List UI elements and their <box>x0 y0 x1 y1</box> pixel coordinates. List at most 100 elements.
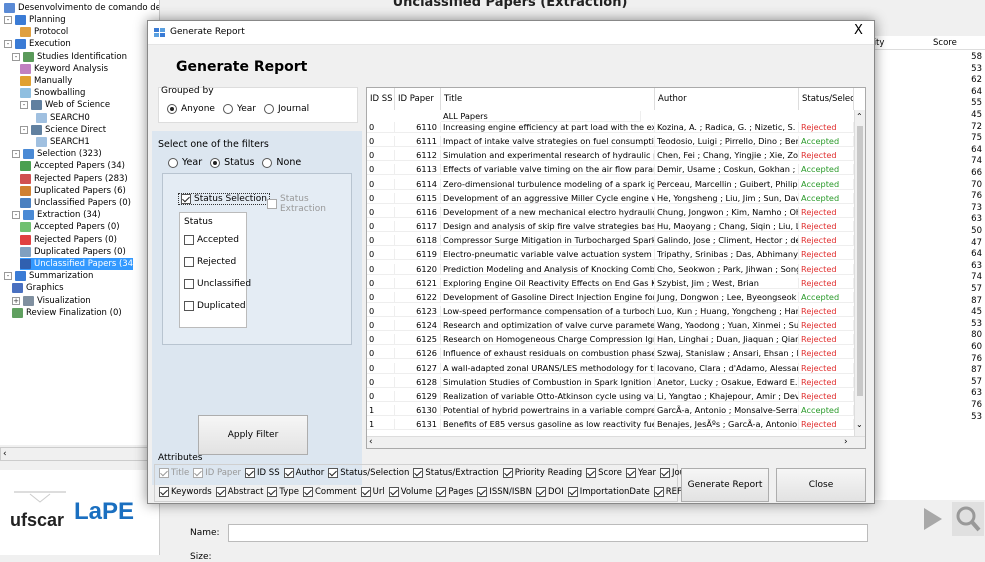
attribute-checkbox[interactable] <box>653 487 664 497</box>
collapse-icon[interactable]: - <box>12 52 20 61</box>
scroll-left-icon[interactable]: ‹ <box>369 437 373 447</box>
tree-root[interactable]: Desenvolvimento de comando de valvu <box>4 2 159 14</box>
attribute-checkbox[interactable] <box>625 468 636 478</box>
status-option-checkbox[interactable]: Rejected <box>184 257 236 267</box>
attribute-checkbox[interactable] <box>245 468 256 478</box>
collapse-icon[interactable]: - <box>20 125 28 134</box>
tree-item[interactable]: Review Finalization (0) <box>12 307 122 319</box>
scroll-down-icon[interactable]: ⌄ <box>856 420 863 429</box>
tree-item[interactable]: - Execution <box>4 38 71 50</box>
grouped-by-radio[interactable] <box>264 104 274 114</box>
grouped-by-radio[interactable] <box>222 104 233 114</box>
attribute-checkbox[interactable] <box>193 468 204 478</box>
attribute-checkbox[interactable] <box>159 487 169 497</box>
tree-item[interactable]: Manually <box>20 75 72 87</box>
attribute-checkbox[interactable] <box>328 468 339 478</box>
tree-item[interactable]: Unclassified Papers (34 <box>20 258 134 270</box>
attribute-checkbox[interactable] <box>159 468 169 478</box>
table-row[interactable]: 0 6124 Research and optimization of valve … <box>367 320 854 332</box>
status-extraction-checkbox[interactable]: Status Extraction <box>267 194 351 214</box>
table-row[interactable]: 0 6121 Exploring Engine Oil Reactivity Eff… <box>367 277 854 289</box>
tree-item[interactable]: Keyword Analysis <box>20 63 108 75</box>
tree-item[interactable]: - Selection (323) <box>12 148 102 160</box>
table-row[interactable]: 0 6129 Realization of variable Otto-Atkins… <box>367 390 854 402</box>
attribute-checkbox[interactable] <box>477 487 488 497</box>
column-header[interactable]: Status/Selec <box>799 88 854 110</box>
tree-item[interactable]: SEARCH0 <box>36 112 90 124</box>
expand-icon[interactable]: + <box>12 296 20 305</box>
table-row[interactable]: 0 6116 Development of a new mechanical ele… <box>367 206 854 218</box>
attribute-checkbox[interactable] <box>567 487 578 497</box>
checkbox[interactable] <box>184 279 194 289</box>
column-header[interactable]: ID Paper <box>395 88 441 110</box>
status-option-checkbox[interactable]: Accepted <box>184 235 239 245</box>
filter-radio[interactable] <box>262 157 273 168</box>
table-row[interactable]: 0 6114 Zero-dimensional turbulence modelin… <box>367 178 854 190</box>
apply-filter-button[interactable]: Apply Filter <box>198 415 308 455</box>
attribute-checkbox[interactable] <box>413 468 424 478</box>
table-row[interactable]: 0 6111 Impact of intake valve strategies o… <box>367 136 854 148</box>
table-horizontal-scrollbar[interactable]: ‹ › <box>367 436 865 448</box>
attribute-checkbox[interactable] <box>535 487 546 497</box>
table-row[interactable]: 0 6122 Development of Gasoline Direct Inje… <box>367 291 854 303</box>
checkbox[interactable] <box>184 301 194 311</box>
filter-radio[interactable] <box>210 157 221 168</box>
tree-item[interactable]: - Web of Science <box>20 99 110 111</box>
attribute-checkbox[interactable] <box>360 487 371 497</box>
status-option-checkbox[interactable]: Duplicated <box>184 301 246 311</box>
tree-item[interactable]: - Summarization <box>4 270 93 282</box>
scroll-thumb[interactable] <box>857 126 863 396</box>
background-papers-table[interactable]: ority Score 5853626455457275647466707673… <box>862 36 985 501</box>
collapse-icon[interactable]: - <box>20 101 28 110</box>
table-row[interactable]: 0 6110 Increasing engine efficiency at par… <box>367 122 854 133</box>
tree-item[interactable]: - Extraction (34) <box>12 209 101 221</box>
tree-item[interactable]: Duplicated Papers (0) <box>20 246 126 258</box>
tree-item[interactable]: SEARCH1 <box>36 136 90 148</box>
collapse-icon[interactable]: - <box>4 272 12 281</box>
column-header[interactable]: Author <box>655 88 799 110</box>
name-field[interactable] <box>228 524 868 542</box>
table-vertical-scrollbar[interactable]: ⌃ ⌄ <box>854 110 865 436</box>
status-selection-check[interactable] <box>181 194 191 204</box>
collapse-icon[interactable]: - <box>4 40 12 49</box>
table-row[interactable]: 0 6128 Simulation Studies of Combustion in… <box>367 376 854 388</box>
table-row[interactable]: 0 6127 A wall-adapted zonal URANS/LES meth… <box>367 362 854 374</box>
status-selection-checkbox[interactable]: Status Selection <box>178 193 271 205</box>
table-row[interactable]: 0 6117 Design and analysis of skip fire va… <box>367 221 854 233</box>
generate-report-button[interactable]: Generate Report <box>681 468 769 502</box>
tree-item[interactable]: Accepted Papers (34) <box>20 160 125 172</box>
tree-item[interactable]: Rejected Papers (283) <box>20 173 128 185</box>
table-row[interactable]: 1 6131 Benefits of E85 versus gasoline as … <box>367 419 854 431</box>
tree-item[interactable]: Snowballing <box>20 87 85 99</box>
scroll-right-icon[interactable]: › <box>844 437 848 447</box>
tree-item[interactable]: - Science Direct <box>20 124 106 136</box>
close-icon[interactable]: X <box>854 23 863 38</box>
table-row[interactable]: 0 6120 Prediction Modeling and Analysis of… <box>367 263 854 275</box>
table-row[interactable]: 0 6115 Development of an aggressive Miller… <box>367 192 854 204</box>
papers-table[interactable]: ID SS ID Paper Title Author Status/Selec ALL… <box>366 87 866 449</box>
table-row[interactable]: 0 6112 Simulation and experimental researc… <box>367 150 854 162</box>
close-button[interactable]: Close <box>776 468 866 502</box>
filter-radio[interactable] <box>168 157 178 168</box>
attribute-checkbox[interactable] <box>502 468 513 478</box>
table-row[interactable]: 1 6130 Potential of hybrid powertrains in … <box>367 405 854 416</box>
status-option-checkbox[interactable]: Unclassified <box>184 279 251 289</box>
tree-horizontal-scrollbar[interactable]: ‹ <box>0 447 160 461</box>
attribute-checkbox[interactable] <box>215 487 226 497</box>
tree-item[interactable]: Rejected Papers (0) <box>20 234 117 246</box>
attribute-checkbox[interactable] <box>659 468 670 478</box>
tree-item[interactable]: Unclassified Papers (0) <box>20 197 131 209</box>
magnifier-icon[interactable] <box>952 502 984 536</box>
checkbox[interactable] <box>184 235 194 245</box>
attribute-checkbox[interactable] <box>283 468 294 478</box>
tree-item[interactable]: - Studies Identification <box>12 51 127 63</box>
tree-item[interactable]: Graphics <box>12 282 64 294</box>
tree-item[interactable]: Duplicated Papers (6) <box>20 185 126 197</box>
dialog-titlebar[interactable]: Generate Report X <box>148 21 874 45</box>
table-row[interactable]: 0 6125 Research on Homogeneous Charge Comp… <box>367 334 854 346</box>
table-row[interactable]: 0 6113 Effects of variable valve timing on… <box>367 164 854 176</box>
attribute-checkbox[interactable] <box>586 468 597 478</box>
tree-item[interactable]: Accepted Papers (0) <box>20 221 120 233</box>
attribute-checkbox[interactable] <box>388 487 399 497</box>
project-tree[interactable]: Desenvolvimento de comando de valvu - Pla… <box>0 0 160 445</box>
